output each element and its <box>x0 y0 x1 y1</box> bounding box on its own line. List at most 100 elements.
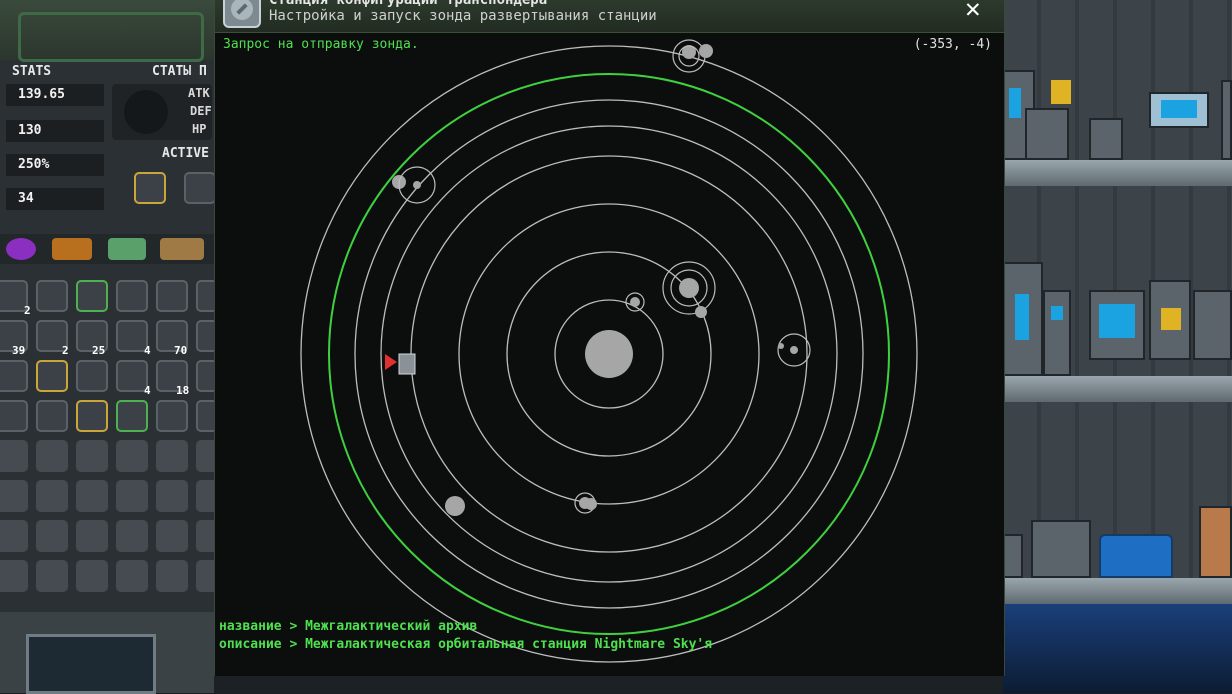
moon[interactable] <box>585 498 597 510</box>
planet[interactable] <box>630 297 640 307</box>
empty-slot[interactable] <box>36 520 68 552</box>
item-slot[interactable] <box>36 400 68 432</box>
window-titlebar: Станция конфигурации транспондера Настро… <box>215 0 1004 33</box>
station-machine <box>1003 534 1023 578</box>
moon[interactable] <box>699 44 713 58</box>
station-background <box>1003 0 1232 693</box>
station-terminal <box>1149 92 1209 128</box>
star[interactable] <box>585 330 633 378</box>
empty-slot[interactable] <box>0 520 28 552</box>
stat-defense: 130 <box>6 120 104 142</box>
item-slot[interactable] <box>116 280 148 312</box>
empty-slot[interactable] <box>76 480 108 512</box>
item-slot[interactable] <box>0 400 28 432</box>
probe-icon <box>223 0 261 28</box>
moon[interactable] <box>413 181 421 189</box>
station-floor <box>1003 578 1232 604</box>
empty-slot[interactable] <box>0 480 28 512</box>
celestial-bodies <box>385 39 811 516</box>
empty-slot[interactable] <box>116 560 148 592</box>
planet[interactable] <box>445 496 465 516</box>
empty-slot[interactable] <box>116 520 148 552</box>
side-label-def: DEF <box>190 104 212 118</box>
target-name: название > Межгалактический архив <box>219 619 478 634</box>
transponder-window: Станция конфигурации транспондера Настро… <box>214 0 1005 676</box>
empty-slot[interactable] <box>36 440 68 472</box>
empty-slot[interactable] <box>156 480 188 512</box>
empty-slot[interactable] <box>0 560 28 592</box>
moon[interactable] <box>695 306 707 318</box>
selection-marker-icon <box>385 354 397 370</box>
station-console <box>1025 108 1069 160</box>
station-floor <box>1003 376 1232 402</box>
window-subtitle: Настройка и запуск зонда развертывания с… <box>269 8 657 24</box>
active-tech-slot[interactable] <box>184 172 216 204</box>
empty-slot[interactable] <box>76 520 108 552</box>
item-quantity: 4 <box>144 384 151 397</box>
side-label-atk: АТК <box>188 86 210 100</box>
item-slot[interactable] <box>36 280 68 312</box>
item-quantity: 4 <box>144 344 151 357</box>
planet[interactable] <box>679 278 699 298</box>
planet[interactable] <box>790 346 798 354</box>
stat-value: 34 <box>18 191 34 206</box>
station-lab <box>1031 520 1091 578</box>
station-machine <box>1043 290 1071 376</box>
empty-slot[interactable] <box>116 480 148 512</box>
empty-slot[interactable] <box>76 440 108 472</box>
stat-value: 139.65 <box>18 87 65 102</box>
item-slot[interactable] <box>76 360 108 392</box>
empty-slot[interactable] <box>76 560 108 592</box>
station-device <box>1051 80 1071 104</box>
window-title: Станция конфигурации транспондера <box>269 0 548 8</box>
empty-slot[interactable] <box>0 440 28 472</box>
item-slot[interactable] <box>156 280 188 312</box>
item-slot[interactable] <box>76 280 108 312</box>
inventory-panel: STATS СТАТЫ П 139.65 130 250% 34 АТК DEF… <box>0 0 228 694</box>
coordinates-readout: (-353, -4) <box>913 37 992 52</box>
empty-slot[interactable] <box>156 520 188 552</box>
item-quantity: 39 <box>12 344 26 357</box>
station-pod <box>1099 534 1173 578</box>
tab-food-icon[interactable] <box>52 238 92 260</box>
station-console <box>1089 118 1123 160</box>
item-quantity: 18 <box>176 384 190 397</box>
target-description: описание > Межгалактическая орбитальная … <box>219 637 713 652</box>
moon[interactable] <box>778 343 784 349</box>
item-quantity: 25 <box>92 344 106 357</box>
stat-protection: 34 <box>6 188 104 210</box>
empty-slot[interactable] <box>156 560 188 592</box>
window-frame <box>26 634 156 694</box>
tab-materials-icon[interactable] <box>6 238 36 260</box>
window-bottom-edge <box>214 676 1003 693</box>
active-tech-slot[interactable] <box>134 172 166 204</box>
station-machine <box>1221 80 1232 160</box>
item-quantity: 2 <box>62 344 69 357</box>
tab-furniture-icon[interactable] <box>108 238 146 260</box>
close-button[interactable]: ✕ <box>965 0 981 24</box>
stat-value: 130 <box>18 123 42 138</box>
station-window <box>1003 604 1232 693</box>
item-slot[interactable] <box>36 360 68 392</box>
active-label: ACTIVE <box>162 146 209 161</box>
station-icon[interactable] <box>398 353 416 375</box>
stat-attack: 139.65 <box>6 84 104 106</box>
item-slot[interactable] <box>0 360 28 392</box>
empty-slot[interactable] <box>36 560 68 592</box>
stat-energy: 250% <box>6 154 104 176</box>
empty-slot[interactable] <box>116 440 148 472</box>
side-label-hp: HP <box>192 122 207 136</box>
empty-slot[interactable] <box>156 440 188 472</box>
station-floor <box>1003 160 1232 186</box>
tab-objects-icon[interactable] <box>160 238 204 260</box>
category-tabs <box>0 234 214 264</box>
item-quantity: 70 <box>174 344 188 357</box>
item-slot[interactable] <box>116 400 148 432</box>
system-map[interactable] <box>215 32 1004 676</box>
station-machine <box>1149 280 1191 360</box>
item-slot[interactable] <box>76 400 108 432</box>
item-slot[interactable] <box>156 400 188 432</box>
empty-slot[interactable] <box>36 480 68 512</box>
header-frame <box>18 12 204 62</box>
station-machine <box>1193 290 1232 360</box>
